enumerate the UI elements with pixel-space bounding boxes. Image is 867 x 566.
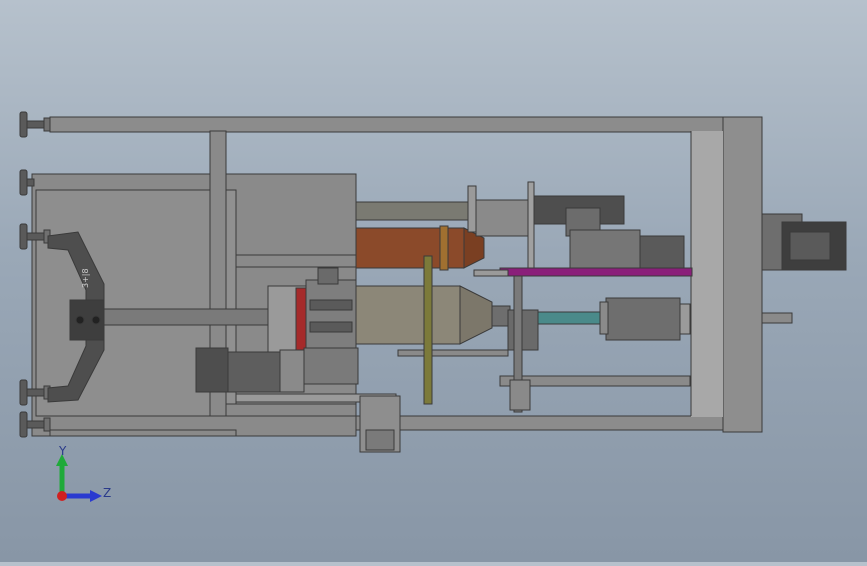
machine-assembly-view[interactable]: 3+|8 <box>0 0 867 562</box>
gear-housing <box>305 267 357 353</box>
z-axis-label: Z <box>103 486 112 500</box>
lower-bracket <box>359 395 401 453</box>
top-rail <box>49 116 724 133</box>
main-shaft <box>103 308 271 326</box>
brown-cylinder <box>355 225 485 271</box>
conical-hopper <box>355 285 511 345</box>
upper-tube <box>355 185 477 233</box>
red-spindle <box>267 285 309 353</box>
clamp-mark: 3+|8 <box>81 268 90 288</box>
lower-servo-motor <box>599 297 691 341</box>
upper-slide-assembly <box>475 181 685 275</box>
y-axis-label: Y <box>59 444 67 458</box>
right-shaft-stub <box>761 312 793 324</box>
inner-right-post <box>690 131 723 417</box>
z-axis-arrow <box>62 490 102 502</box>
cad-viewport[interactable]: 3+|8 <box>0 0 867 562</box>
end-motor <box>761 213 847 271</box>
purple-rod <box>499 267 693 277</box>
left-bottom-strip <box>49 429 237 437</box>
right-end-plate <box>722 116 763 433</box>
x-axis-dot <box>57 491 67 501</box>
y-axis-arrow <box>56 454 68 496</box>
